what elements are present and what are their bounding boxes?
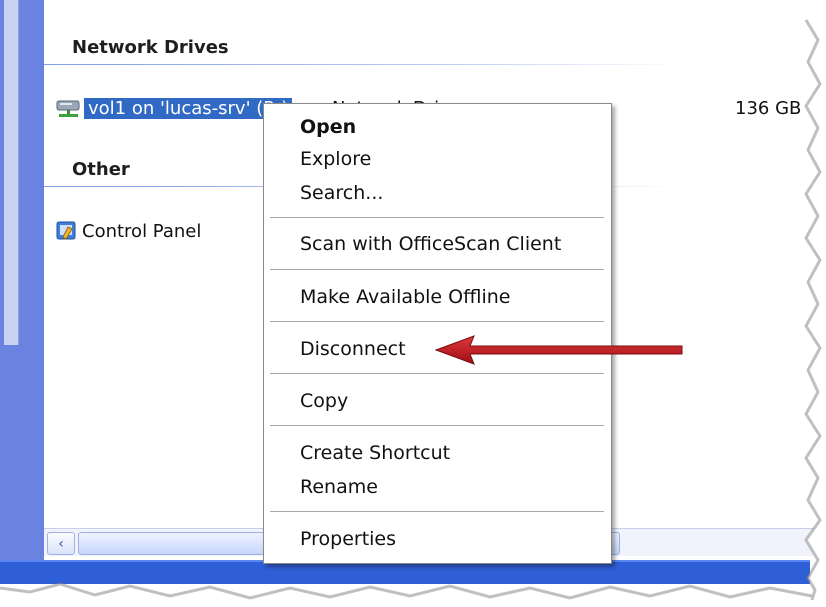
torn-paper-edge (0, 0, 826, 607)
screenshot-root: Network Drives vol1 on 'lucas-srv' (R:) … (0, 0, 826, 607)
